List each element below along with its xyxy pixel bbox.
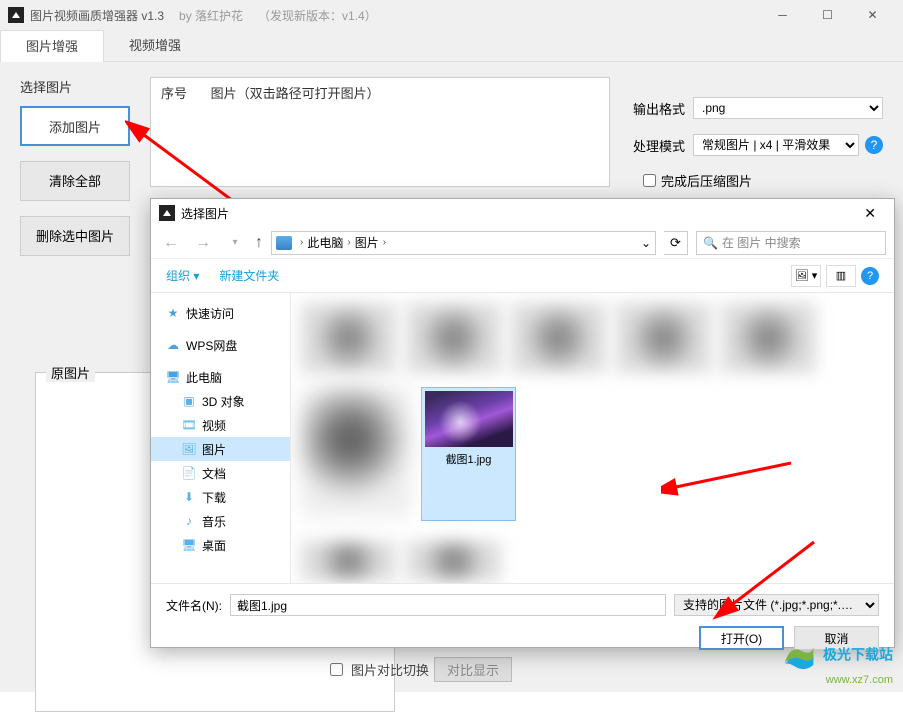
cloud-icon: ☁ [165, 337, 181, 353]
watermark-brand: 极光下载站 [823, 647, 893, 663]
window-title: 图片视频画质增强器 v1.3 [30, 7, 164, 24]
dialog-close-button[interactable]: ✕ [854, 205, 886, 222]
doc-icon: 📄 [181, 465, 197, 481]
help-icon[interactable]: ? [865, 136, 883, 154]
dialog-title: 选择图片 [181, 205, 229, 222]
open-button[interactable]: 打开(O) [699, 626, 784, 650]
author-text: by 落红护花 [179, 7, 243, 24]
title-bar: 图片视频画质增强器 v1.3 by 落红护花 （发现新版本：v1.4） ─ ☐ … [0, 0, 903, 30]
image-list: 序号 图片（双击路径可打开图片） [150, 77, 610, 187]
sidebar-documents[interactable]: 📄文档 [151, 461, 290, 485]
select-image-label: 选择图片 [20, 77, 140, 96]
file-item[interactable] [511, 303, 606, 377]
sidebar-music[interactable]: ♪音乐 [151, 509, 290, 533]
refresh-button[interactable]: ⟳ [664, 231, 688, 255]
pc-icon: 🖥 [165, 369, 181, 385]
nav-back-icon[interactable]: ← [159, 234, 183, 252]
nav-up-icon[interactable]: ↑ [255, 234, 263, 252]
file-item-selected[interactable]: 截图1.jpg [421, 387, 516, 521]
app-logo-icon [8, 7, 24, 23]
breadcrumb-sep-icon[interactable]: › [347, 237, 350, 248]
pictures-icon: 🖼 [181, 441, 197, 457]
file-item[interactable] [406, 541, 501, 583]
close-button[interactable]: ✕ [850, 0, 895, 30]
sidebar-downloads[interactable]: ⬇下载 [151, 485, 290, 509]
file-item[interactable] [301, 303, 396, 377]
organize-menu[interactable]: 组织 ▾ [166, 267, 199, 284]
dialog-sidebar: ★快速访问 ☁WPS网盘 🖥此电脑 ▣3D 对象 🎞视频 🖼图片 📄文档 ⬇下载… [151, 293, 291, 583]
main-tabs: 图片增强 视频增强 [0, 30, 903, 62]
mode-select[interactable]: 常规图片 | x4 | 平滑效果 [693, 134, 859, 156]
file-item[interactable] [406, 303, 501, 377]
mode-label: 处理模式 [633, 136, 693, 155]
watermark: 极光下载站 www.xz7.com [781, 638, 893, 686]
breadcrumb-sep-icon[interactable]: › [300, 237, 303, 248]
compress-label: 完成后压缩图片 [661, 171, 752, 190]
watermark-logo-icon [781, 638, 817, 674]
file-item[interactable] [301, 541, 396, 583]
filename-input[interactable] [230, 594, 666, 616]
watermark-url: www.xz7.com [781, 674, 893, 686]
sidebar-quick-access[interactable]: ★快速访问 [151, 301, 290, 325]
compare-button[interactable]: 对比显示 [434, 657, 512, 682]
breadcrumb-root[interactable]: 此电脑 [307, 234, 343, 251]
col-index: 序号 [161, 86, 187, 101]
cube-icon: ▣ [181, 393, 197, 409]
bottom-compare: 图片对比切换 对比显示 [330, 657, 512, 682]
view-thumbnails-button[interactable]: 🖼 ▾ [791, 265, 821, 287]
music-icon: ♪ [181, 513, 197, 529]
delete-selected-button[interactable]: 删除选中图片 [20, 216, 130, 256]
thumbnail [425, 391, 513, 447]
col-path: 图片（双击路径可打开图片） [211, 86, 380, 101]
nav-forward-icon[interactable]: → [191, 234, 215, 252]
compress-checkbox[interactable] [643, 174, 656, 187]
file-item[interactable] [721, 303, 816, 377]
preview-label: 原图片 [46, 363, 95, 382]
tab-image-enhance[interactable]: 图片增强 [0, 30, 104, 62]
sidebar-videos[interactable]: 🎞视频 [151, 413, 290, 437]
clear-all-button[interactable]: 清除全部 [20, 161, 130, 201]
search-input[interactable]: 🔍 在 图片 中搜索 [696, 231, 886, 255]
dialog-help-icon[interactable]: ? [861, 267, 879, 285]
minimize-button[interactable]: ─ [760, 0, 805, 30]
file-open-dialog: 选择图片 ✕ ← → ▾ ↑ › 此电脑 › 图片 › ⌄ ⟳ 🔍 在 图片 中… [150, 198, 895, 648]
file-item[interactable] [616, 303, 711, 377]
search-placeholder: 在 图片 中搜索 [722, 234, 801, 251]
sidebar-3d-objects[interactable]: ▣3D 对象 [151, 389, 290, 413]
tab-video-enhance[interactable]: 视频增强 [104, 30, 206, 62]
video-icon: 🎞 [181, 417, 197, 433]
sidebar-desktop[interactable]: 🖥桌面 [151, 533, 290, 557]
new-folder-button[interactable]: 新建文件夹 [219, 267, 279, 284]
file-item[interactable] [301, 387, 411, 521]
pc-icon [276, 236, 292, 250]
file-name: 截图1.jpg [425, 451, 512, 467]
nav-recent-icon[interactable]: ▾ [223, 237, 247, 248]
sidebar-this-pc[interactable]: 🖥此电脑 [151, 365, 290, 389]
compare-label: 图片对比切换 [351, 660, 429, 679]
breadcrumb-dropdown-icon[interactable]: ⌄ [641, 236, 651, 250]
breadcrumb[interactable]: › 此电脑 › 图片 › ⌄ [271, 231, 656, 255]
search-icon: 🔍 [703, 236, 718, 250]
compare-checkbox[interactable] [330, 663, 343, 676]
add-image-button[interactable]: 添加图片 [20, 106, 130, 146]
desktop-icon: 🖥 [181, 537, 197, 553]
output-format-select[interactable]: .png [693, 97, 883, 119]
view-details-button[interactable]: ▥ [826, 265, 856, 287]
file-list[interactable]: 截图1.jpg [291, 293, 894, 583]
sidebar-pictures[interactable]: 🖼图片 [151, 437, 290, 461]
breadcrumb-folder[interactable]: 图片 [355, 234, 379, 251]
sidebar-wps[interactable]: ☁WPS网盘 [151, 333, 290, 357]
filetype-select[interactable]: 支持的图片文件 (*.jpg;*.png;*.… [674, 594, 879, 616]
dialog-logo-icon [159, 205, 175, 221]
breadcrumb-sep-icon[interactable]: › [383, 237, 386, 248]
annotation-arrow-2 [661, 453, 801, 513]
download-icon: ⬇ [181, 489, 197, 505]
filename-label: 文件名(N): [166, 597, 222, 614]
new-version-text: （发现新版本：v1.4） [258, 7, 377, 24]
star-icon: ★ [165, 305, 181, 321]
maximize-button[interactable]: ☐ [805, 0, 850, 30]
output-format-label: 输出格式 [633, 99, 693, 118]
